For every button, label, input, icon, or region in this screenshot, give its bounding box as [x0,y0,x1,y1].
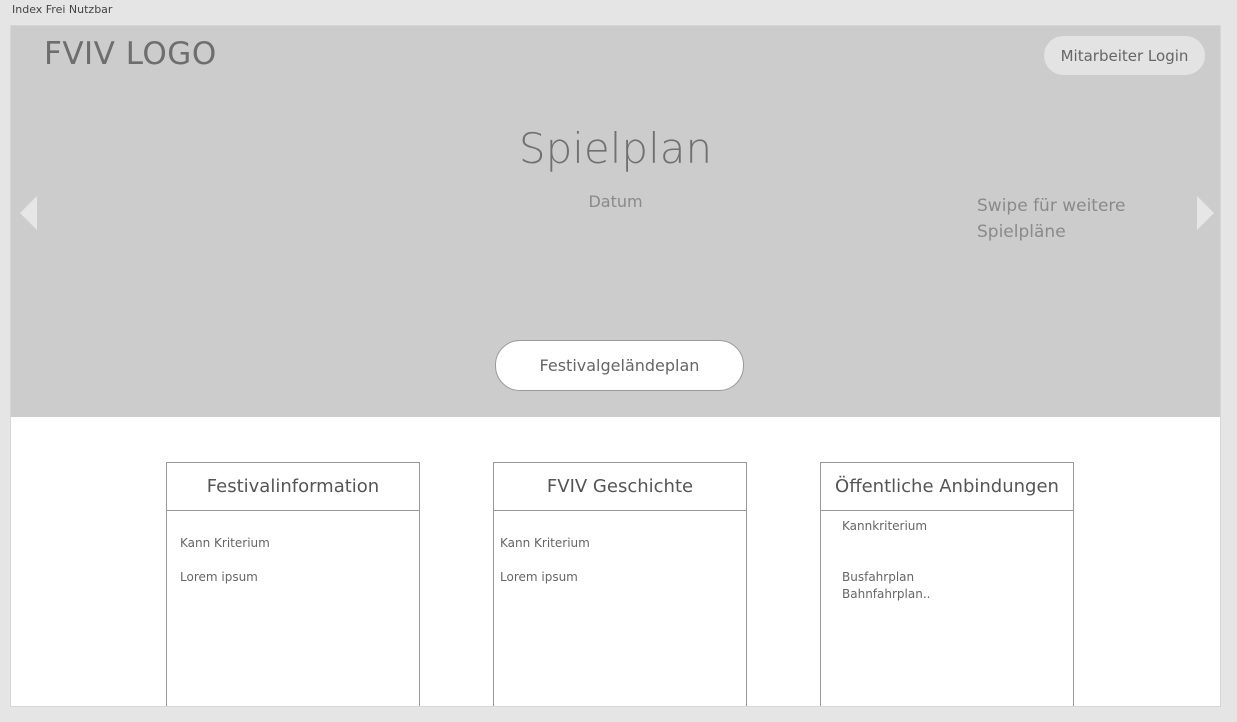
hero-title: Spielplan [518,124,713,173]
card-line: Kannkriterium [842,519,928,533]
employee-login-button[interactable]: Mitarbeiter Login [1044,36,1205,75]
next-arrow-icon[interactable] [1197,196,1214,230]
card-festival-information[interactable]: Festivalinformation Kann Kriterium Lorem… [166,462,420,706]
swipe-hint-line-1: Swipe für weitere [977,196,1126,216]
card-line: Bahnfahrplan.. [842,587,931,601]
card-fviv-history[interactable]: FVIV Geschichte Kann Kriterium Lorem ips… [493,462,747,706]
hero-banner: FVIV LOGO Mitarbeiter Login Spielplan Da… [11,26,1220,417]
swipe-hint-line-2: Spielpläne [977,222,1066,242]
artboard-label: Index Frei Nutzbar [12,3,113,16]
card-title: Festivalinformation [167,463,419,511]
card-title: FVIV Geschichte [494,463,746,511]
page-artboard: FVIV LOGO Mitarbeiter Login Spielplan Da… [10,25,1221,707]
card-line: Kann Kriterium [180,536,270,550]
card-line: Kann Kriterium [500,536,590,550]
prev-arrow-icon[interactable] [20,196,37,230]
festival-map-button[interactable]: Festivalgeländeplan [495,340,744,391]
swipe-hint: Swipe für weitere Spielpläne [977,193,1147,245]
site-logo[interactable]: FVIV LOGO [44,36,217,72]
card-line: Lorem ipsum [500,570,578,584]
card-public-transport[interactable]: Öffentliche Anbindungen Kannkriterium Bu… [820,462,1074,706]
card-title: Öffentliche Anbindungen [821,463,1073,511]
card-line: Lorem ipsum [180,570,258,584]
card-line: Busfahrplan [842,570,915,584]
